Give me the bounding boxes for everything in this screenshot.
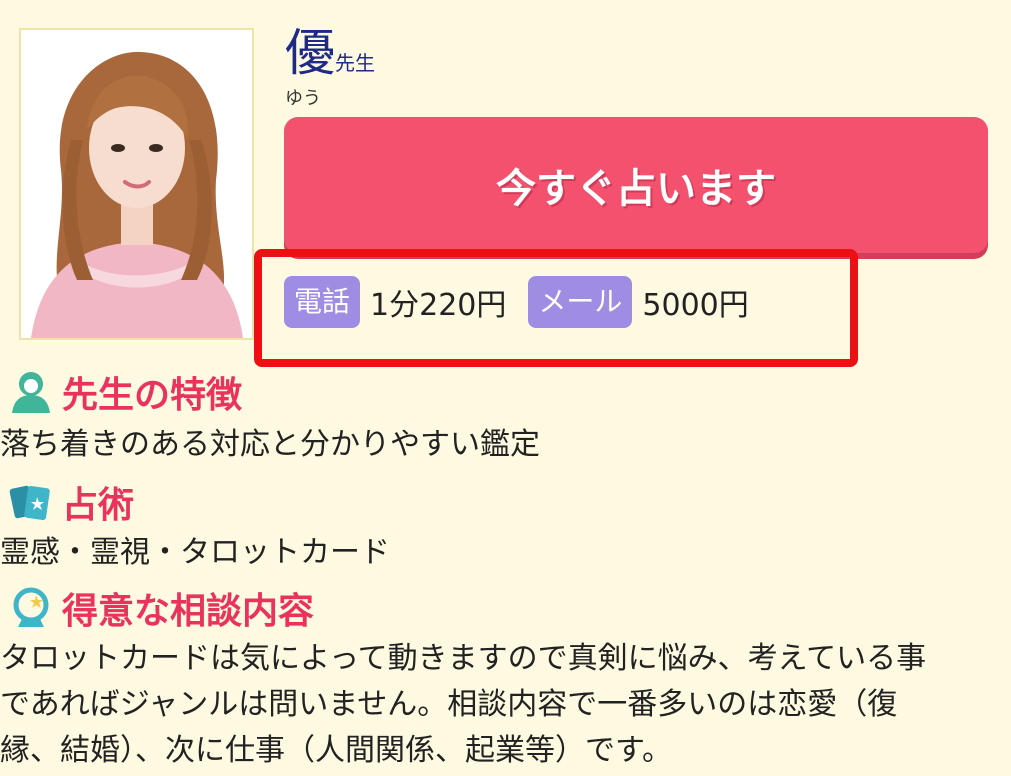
teacher-icon (6, 367, 56, 417)
crystal-ball-icon (6, 583, 56, 633)
phone-tag: 電話 (284, 276, 361, 328)
teacher-name-reading: ゆう (285, 88, 321, 109)
specialty-text: タロットカードは気によって動きますので真剣に悩み、考えている事 であればジャンル… (0, 636, 926, 774)
divination-heading-label: 占術 (62, 485, 135, 526)
price-row: 電話 1分220円 メール 5000円 (284, 276, 771, 328)
specialty-text-line-2: であればジャンルは問いません。相談内容で一番多いのは恋愛（復 (0, 687, 898, 722)
features-text: 落ち着きのある対応と分かりやすい鑑定 (0, 427, 540, 462)
features-heading-label: 先生の特徴 (62, 375, 243, 416)
consult-now-button[interactable]: 今すぐ占います (284, 117, 988, 253)
specialty-heading-label: 得意な相談内容 (62, 591, 315, 632)
teacher-name-suffix: 先生 (335, 51, 375, 75)
teacher-name-main: 優 (285, 24, 335, 82)
specialty-text-line-3: 縁、結婚）、次に仕事（人間関係、起業等）です。 (0, 733, 672, 768)
divination-text: 霊感・霊視・タロットカード (0, 535, 390, 570)
features-heading: 先生の特徴 (6, 366, 242, 418)
mail-tag: メール (528, 276, 633, 328)
specialty-heading: 得意な相談内容 (6, 582, 314, 634)
tarot-cards-icon (6, 477, 56, 527)
profile-photo (19, 28, 254, 340)
specialty-text-line-1: タロットカードは気によって動きますので真剣に悩み、考えている事 (0, 641, 927, 676)
portrait-image (21, 30, 252, 338)
divination-heading: 占術 (6, 476, 134, 528)
teacher-name: 優先生 (285, 18, 375, 88)
mail-price: 5000円 (642, 288, 749, 323)
phone-price: 1分220円 (370, 288, 507, 323)
